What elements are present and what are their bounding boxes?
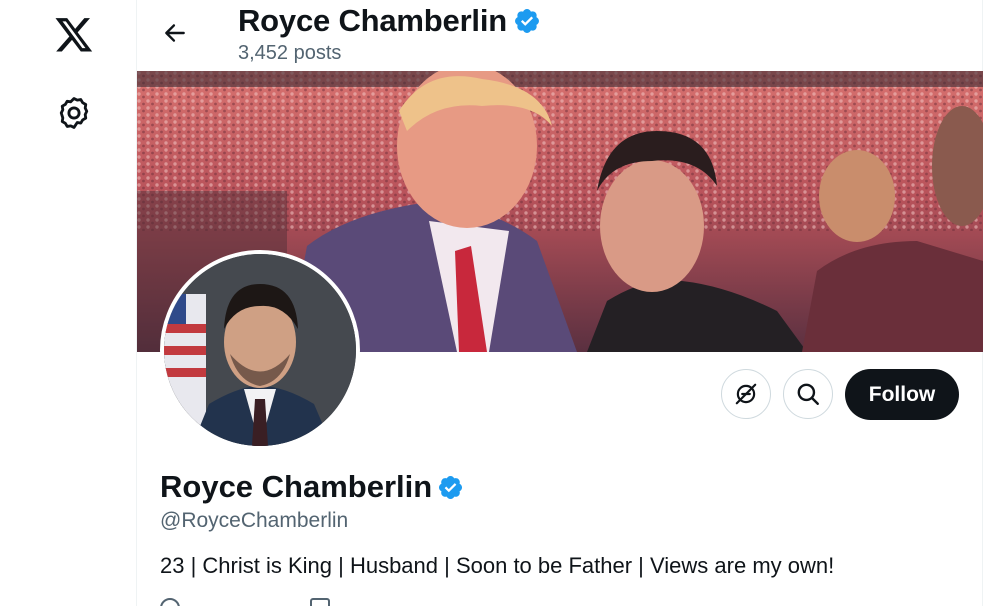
verified-badge-icon (513, 7, 541, 35)
calendar-icon (310, 598, 330, 606)
profile-column: Royce Chamberlin 3,452 posts Follow Royc… (137, 0, 983, 606)
display-name: Royce Chamberlin (160, 469, 464, 505)
left-nav (0, 0, 137, 606)
follow-button[interactable]: Follow (845, 369, 959, 420)
location-icon (160, 598, 180, 606)
avatar[interactable] (160, 250, 360, 450)
search-icon (797, 383, 819, 405)
x-logo-icon[interactable] (46, 6, 102, 62)
subscribe-button[interactable] (721, 369, 771, 419)
gear-icon[interactable] (46, 85, 102, 141)
search-profile-button[interactable] (783, 369, 833, 419)
header-name-text: Royce Chamberlin (238, 3, 507, 38)
profile-handle: @RoyceChamberlin (160, 509, 349, 532)
arrow-left-icon (165, 24, 185, 42)
verified-badge-icon[interactable] (437, 474, 464, 501)
profile-header: Royce Chamberlin 3,452 posts (137, 0, 983, 71)
posts-count: 3,452 posts (238, 42, 342, 64)
subscribe-icon (735, 383, 757, 405)
header-title: Royce Chamberlin (238, 3, 541, 39)
profile-meta-row (160, 598, 560, 606)
display-name-text: Royce Chamberlin (160, 469, 433, 504)
back-button[interactable] (155, 13, 195, 53)
profile-bio: 23 | Christ is King | Husband | Soon to … (160, 553, 835, 578)
